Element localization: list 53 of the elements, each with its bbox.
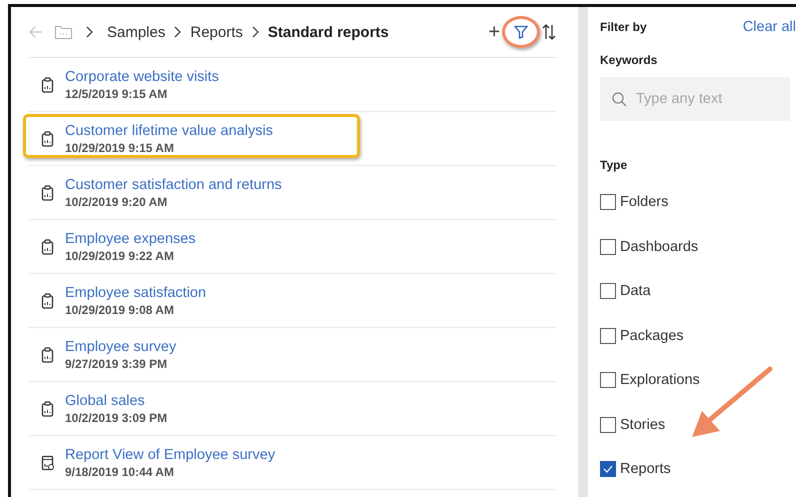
checkbox-label[interactable]: Reports <box>620 461 671 478</box>
modified-date: 12/5/2019 9:15 AM <box>65 86 168 100</box>
checkbox[interactable] <box>600 461 616 478</box>
report-link[interactable]: Corporate website visits <box>65 68 219 84</box>
checkbox-label[interactable]: Dashboards <box>620 238 698 255</box>
checkbox-label[interactable]: Data <box>620 283 651 300</box>
checkbox[interactable] <box>600 194 616 210</box>
report-icon <box>40 292 54 308</box>
checkbox[interactable] <box>600 416 616 433</box>
section-label: Type <box>600 158 628 172</box>
modified-date: 10/2/2019 9:20 AM <box>65 194 168 208</box>
sort-button[interactable] <box>542 24 556 40</box>
report-link[interactable]: Employee expenses <box>65 230 196 246</box>
report-link[interactable]: Customer satisfaction and returns <box>65 176 282 192</box>
report-link[interactable]: Employee satisfaction <box>65 284 206 300</box>
report-link[interactable]: Report View of Employee survey <box>65 446 276 462</box>
section-label: Keywords <box>600 53 658 67</box>
checkbox-label[interactable]: Stories <box>620 416 666 433</box>
report-icon <box>40 76 54 92</box>
chevron-icon <box>174 26 182 38</box>
modified-date: 10/29/2019 9:08 AM <box>65 302 175 316</box>
search-icon <box>612 92 627 107</box>
checkbox-label[interactable]: Explorations <box>620 372 700 388</box>
modified-date: 10/29/2019 9:15 AM <box>65 140 175 154</box>
search-field[interactable]: Type any text <box>600 77 790 121</box>
report-icon <box>40 184 54 200</box>
checkbox-label[interactable]: Folders <box>620 194 668 210</box>
report-link[interactable]: Global sales <box>65 392 168 408</box>
clear-all-link[interactable]: Clear all <box>742 19 796 35</box>
breadcrumb-link[interactable]: Reports <box>190 24 243 40</box>
checkbox-label[interactable]: Packages <box>620 328 684 344</box>
chevron-icon <box>252 26 259 38</box>
report-view-icon <box>40 454 54 470</box>
checkbox[interactable] <box>600 328 616 344</box>
report-icon <box>40 346 54 362</box>
modified-date: 9/18/2019 10:44 AM <box>65 464 175 478</box>
report-link[interactable]: Employee survey <box>65 338 176 354</box>
checkbox[interactable] <box>600 372 616 388</box>
checkbox[interactable] <box>600 283 616 300</box>
chevron-icon <box>86 26 93 38</box>
report-icon <box>40 238 54 254</box>
panel-title: Filter by <box>600 20 647 34</box>
current-folder-title: Standard reports <box>268 24 389 40</box>
modified-date: 9/27/2019 3:39 PM <box>65 356 168 370</box>
report-icon <box>40 130 54 146</box>
report-link[interactable]: Customer lifetime value analysis <box>65 122 273 138</box>
modified-date: 10/29/2019 9:22 AM <box>65 248 175 262</box>
modified-date: 10/2/2019 3:09 PM <box>65 410 168 424</box>
add-button[interactable]: + <box>488 22 500 42</box>
checkbox[interactable] <box>600 238 616 255</box>
report-icon <box>40 400 54 416</box>
breadcrumb-link[interactable]: Samples <box>107 24 166 40</box>
checkmark-icon <box>603 465 613 474</box>
